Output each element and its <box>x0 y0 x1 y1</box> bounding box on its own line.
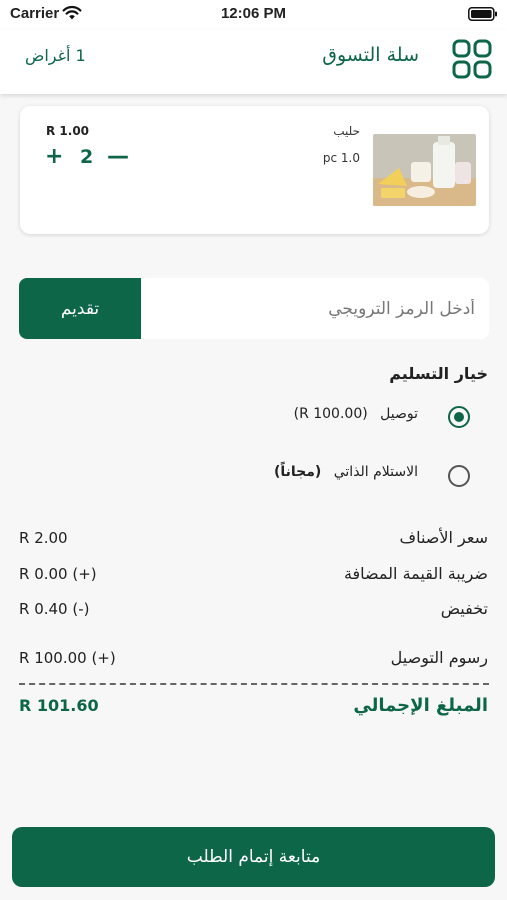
status-bar: Carrier 12:06 PM <box>0 0 507 30</box>
summary-divider <box>19 683 489 685</box>
product-name: حليب <box>333 124 360 138</box>
status-time: 12:06 PM <box>220 5 287 22</box>
delivery-fee-value: R 100.00 (+) <box>19 649 116 667</box>
product-unit: pc 1.0 <box>322 151 360 165</box>
product-price: R 1.00 <box>46 124 90 138</box>
quantity-decrease-button[interactable]: — <box>107 144 129 170</box>
battery-icon <box>468 7 498 26</box>
product-image <box>373 134 476 206</box>
discount-value: R 0.40 (-) <box>19 600 90 618</box>
delivery-fee-label: رسوم التوصيل <box>390 648 488 667</box>
vat-label: ضريبة القيمة المضافة <box>343 564 488 583</box>
apply-promo-button[interactable]: تقديم <box>19 278 141 339</box>
promo-code-row: تقديم <box>19 278 489 339</box>
total-value: R 101.60 <box>19 696 99 715</box>
self-pickup-option-price: (مجاناً) <box>273 464 322 480</box>
self-pickup-option-label[interactable]: الاستلام الذاتي (مجاناً) <box>274 464 418 480</box>
discount-label: تخفيض <box>440 599 488 618</box>
quantity-increase-button[interactable]: + <box>45 144 63 170</box>
items-count: 1 أغراض <box>25 46 86 65</box>
promo-code-input[interactable] <box>141 278 489 339</box>
total-label: المبلغ الإجمالي <box>353 695 488 716</box>
delivery-options-heading: خيار التسليم <box>389 364 488 383</box>
delivery-option-label[interactable]: توصيل (R 100.00) <box>294 406 418 422</box>
page-title: سلة التسوق <box>322 44 419 66</box>
vat-value: R 0.00 (+) <box>19 565 97 583</box>
delivery-option-price: (R 100.00) <box>293 406 368 422</box>
checkout-button[interactable]: متابعة إتمام الطلب <box>12 827 495 887</box>
delivery-option-text: توصيل <box>380 406 418 422</box>
self-pickup-option-text: الاستلام الذاتي <box>333 464 418 480</box>
grid-menu-icon[interactable] <box>452 39 492 83</box>
delivery-radio[interactable] <box>448 406 470 428</box>
items-price-value: R 2.00 <box>19 529 68 547</box>
self-pickup-radio[interactable] <box>448 465 470 487</box>
header-bar: 1 أغراض سلة التسوق <box>0 30 507 94</box>
cart-item-card: حليب pc 1.0 R 1.00 + 2 — <box>20 106 489 234</box>
items-price-label: سعر الأصناف <box>399 528 488 547</box>
quantity-value: 2 <box>80 146 94 168</box>
